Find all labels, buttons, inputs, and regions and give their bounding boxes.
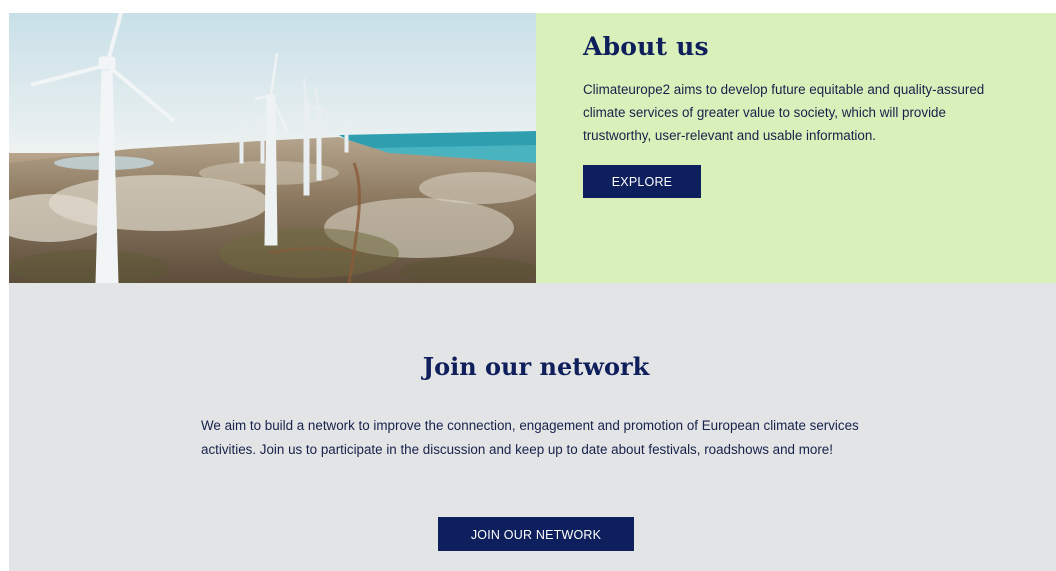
join-network-button[interactable]: JOIN OUR NETWORK: [438, 517, 634, 551]
join-description: We aim to build a network to improve the…: [201, 418, 859, 457]
about-panel: About us Climateurope2 aims to develop f…: [536, 13, 1056, 283]
page: About us Climateurope2 aims to develop f…: [0, 0, 1056, 571]
join-network-section: Join our network We aim to build a netwo…: [9, 283, 1056, 571]
explore-button[interactable]: EXPLORE: [583, 165, 701, 198]
wind-turbines-image: [9, 13, 536, 283]
about-description: Climateurope2 aims to develop future equ…: [583, 82, 985, 143]
about-section: About us Climateurope2 aims to develop f…: [9, 13, 1056, 283]
about-title: About us: [583, 32, 709, 61]
join-title: Join our network: [422, 352, 650, 381]
